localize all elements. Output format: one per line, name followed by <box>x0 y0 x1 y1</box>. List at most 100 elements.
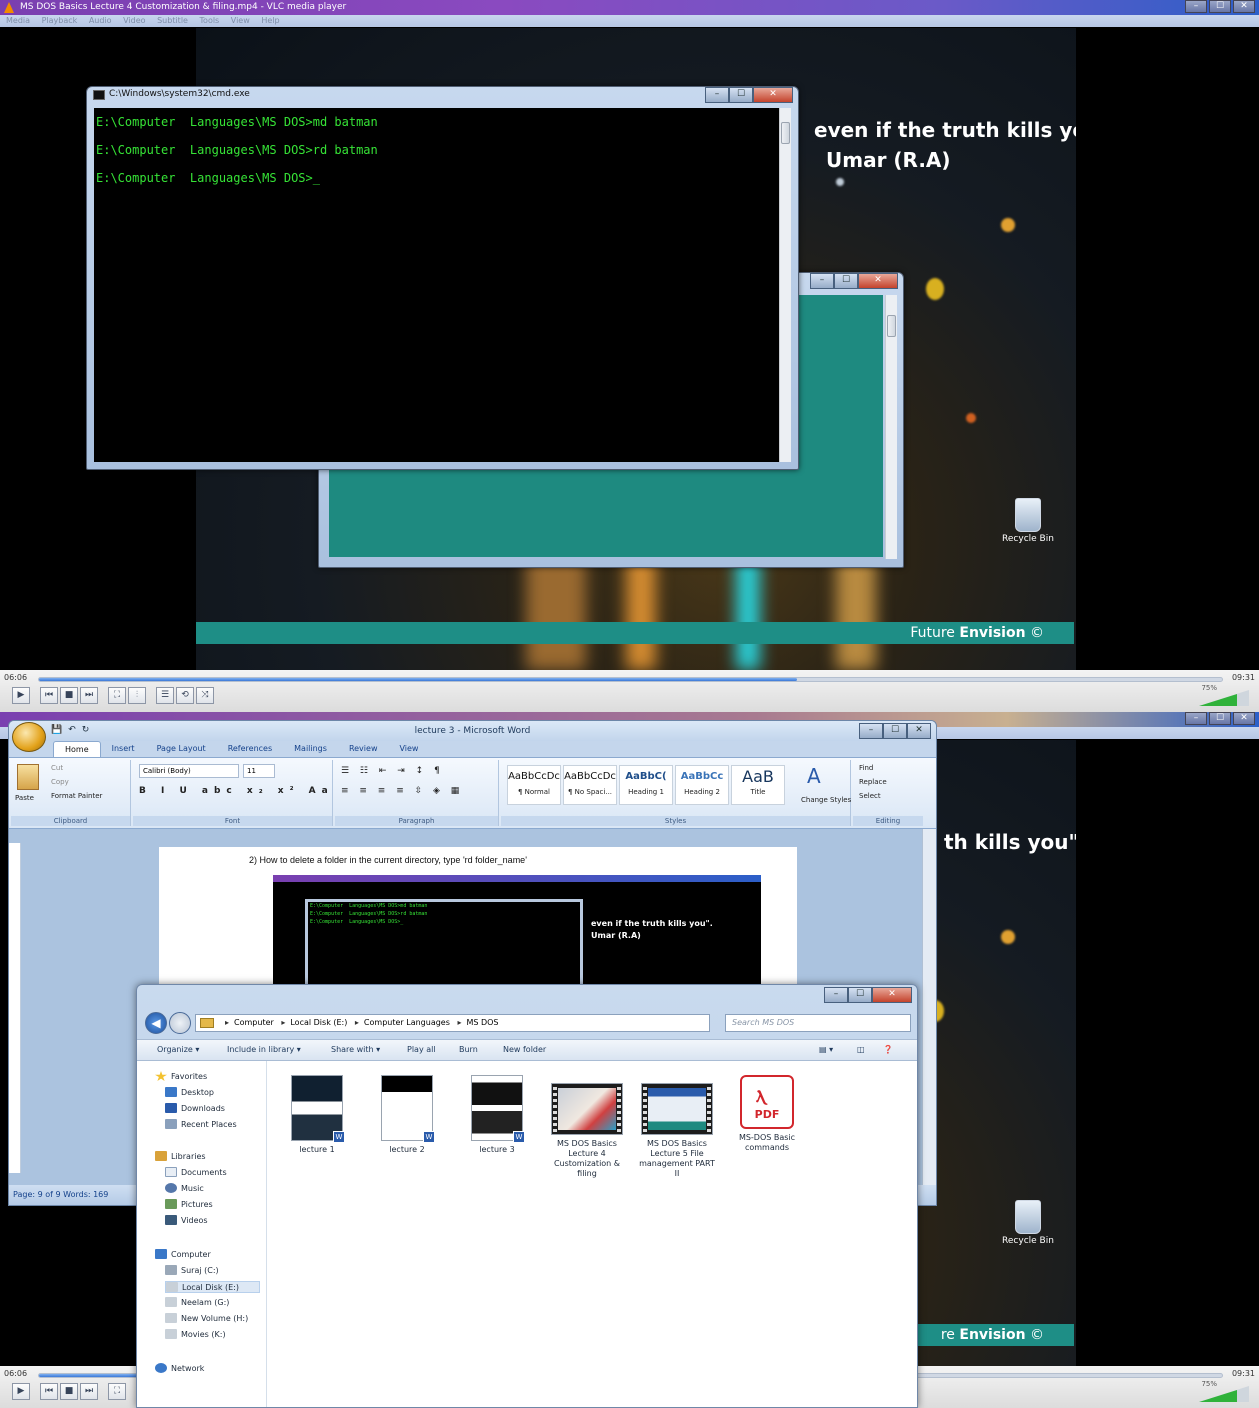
tab-insert[interactable]: Insert <box>101 741 146 757</box>
nav-drive-h[interactable]: New Volume (H:) <box>165 1313 248 1323</box>
search-input[interactable]: Search MS DOS <box>725 1014 911 1032</box>
maximize-button[interactable]: ☐ <box>883 723 907 739</box>
nav-drive-g[interactable]: Neelam (G:) <box>165 1297 229 1307</box>
document-scrollbar[interactable] <box>922 829 936 1185</box>
explorer-window[interactable]: – ☐ ✕ ◀ ▸ Computer ▸ Local Disk (E:) ▸ Comp… <box>136 984 918 1408</box>
paste-button[interactable]: Paste <box>15 794 34 802</box>
file-item[interactable]: W lecture 3 <box>457 1075 537 1155</box>
view-options-icon[interactable]: ▤ ▾ <box>819 1040 833 1060</box>
stop-button[interactable]: ■ <box>60 687 78 704</box>
volume-control[interactable]: 75% <box>1179 684 1251 708</box>
previous-button[interactable]: ⏮ <box>40 687 58 704</box>
minimize-button[interactable]: – <box>859 723 883 739</box>
breadcrumb-local-disk[interactable]: Local Disk (E:) <box>290 1018 347 1027</box>
nav-music[interactable]: Music <box>165 1183 204 1193</box>
play-all-button[interactable]: Play all <box>407 1040 436 1060</box>
nav-documents[interactable]: Documents <box>165 1167 227 1177</box>
fullscreen-button[interactable]: ⛶ <box>108 687 126 704</box>
nav-pictures[interactable]: Pictures <box>165 1199 213 1209</box>
stop-button[interactable]: ■ <box>60 1383 78 1400</box>
format-painter-button[interactable]: Format Painter <box>51 792 102 800</box>
tab-mailings[interactable]: Mailings <box>283 741 338 757</box>
cmd-console[interactable]: E:\Computer Languages\MS DOS>md batman E… <box>94 108 791 462</box>
scroll-thumb[interactable] <box>781 122 790 144</box>
select-button[interactable]: Select <box>859 792 881 800</box>
file-list[interactable]: W lecture 1 W lecture 2 W lecture 3 MS D… <box>267 1061 917 1407</box>
file-item[interactable]: ⲗ PDF MS-DOS Basic commands <box>727 1075 807 1153</box>
style-heading-2[interactable]: AaBbCc Heading 2 <box>675 765 729 805</box>
tab-page-layout[interactable]: Page Layout <box>146 741 217 757</box>
help-icon[interactable]: ❓ <box>883 1040 893 1060</box>
style-normal[interactable]: AaBbCcDc ¶ Normal <box>507 765 561 805</box>
loop-button[interactable]: ⟲ <box>176 687 194 704</box>
tab-home[interactable]: Home <box>53 741 101 757</box>
minimize-button[interactable]: – <box>824 987 848 1003</box>
menu-subtitle[interactable]: Subtitle <box>157 16 188 25</box>
burn-button[interactable]: Burn <box>459 1040 478 1060</box>
minimize-button[interactable]: – <box>810 273 834 289</box>
nav-favorites[interactable]: Favorites <box>155 1071 207 1081</box>
include-in-library-button[interactable]: Include in library ▾ <box>227 1040 301 1060</box>
replace-button[interactable]: Replace <box>859 778 887 786</box>
playlist-button[interactable]: ☰ <box>156 687 174 704</box>
close-button[interactable]: ✕ <box>1233 712 1255 725</box>
breadcrumb-ms-dos[interactable]: MS DOS <box>466 1018 498 1027</box>
volume-control[interactable]: 75% <box>1179 1380 1251 1404</box>
fullscreen-button[interactable]: ⛶ <box>108 1383 126 1400</box>
font-name-select[interactable]: Calibri (Body) <box>139 764 239 778</box>
nav-downloads[interactable]: Downloads <box>165 1103 225 1113</box>
menu-audio[interactable]: Audio <box>89 16 112 25</box>
menu-view[interactable]: View <box>231 16 250 25</box>
close-button[interactable]: ✕ <box>858 273 898 289</box>
extended-settings-button[interactable]: ⫶ <box>128 687 146 704</box>
font-format-buttons[interactable]: B I U abc x₂ x² Aa <box>139 786 334 796</box>
menu-video[interactable]: Video <box>123 16 145 25</box>
minimize-button[interactable]: – <box>1185 712 1207 725</box>
align-buttons[interactable]: ≡ ≡ ≡ ≡ ⇳ ◈ ▦ <box>341 786 463 796</box>
style-no-spacing[interactable]: AaBbCcDc ¶ No Spaci... <box>563 765 617 805</box>
style-title[interactable]: AaB Title <box>731 765 785 805</box>
previous-button[interactable]: ⏮ <box>40 1383 58 1400</box>
scrollbar[interactable] <box>885 295 897 559</box>
nav-computer[interactable]: Computer <box>155 1249 211 1259</box>
menu-tools[interactable]: Tools <box>200 16 220 25</box>
maximize-button[interactable]: ☐ <box>729 87 753 103</box>
nav-desktop[interactable]: Desktop <box>165 1087 214 1097</box>
close-button[interactable]: ✕ <box>1233 0 1255 13</box>
seek-bar[interactable] <box>38 677 1223 682</box>
maximize-button[interactable]: ☐ <box>848 987 872 1003</box>
list-buttons[interactable]: ☰ ☷ ⇤ ⇥ ↕ ¶ <box>341 766 444 776</box>
recycle-bin[interactable]: Recycle Bin <box>998 498 1058 544</box>
tab-view[interactable]: View <box>388 741 429 757</box>
cut-button[interactable]: Cut <box>51 764 63 772</box>
undo-icon[interactable]: ↶ <box>68 725 76 735</box>
page-word-count[interactable]: Page: 9 of 9 Words: 169 <box>13 1190 108 1199</box>
office-button[interactable] <box>12 722 46 752</box>
organize-button[interactable]: Organize ▾ <box>157 1040 199 1060</box>
back-button[interactable]: ◀ <box>145 1012 167 1034</box>
tab-review[interactable]: Review <box>338 741 389 757</box>
change-styles-button[interactable]: Change Styles <box>801 796 851 804</box>
find-button[interactable]: Find <box>859 764 873 772</box>
share-with-button[interactable]: Share with ▾ <box>331 1040 380 1060</box>
redo-icon[interactable]: ↻ <box>82 725 90 735</box>
nav-network[interactable]: Network <box>155 1363 204 1373</box>
save-icon[interactable]: 💾 <box>51 725 62 735</box>
file-item[interactable]: MS DOS Basics Lecture 4 Customization & … <box>547 1083 627 1179</box>
nav-recent-places[interactable]: Recent Places <box>165 1119 237 1129</box>
next-button[interactable]: ⏭ <box>80 687 98 704</box>
nav-drive-c[interactable]: Suraj (C:) <box>165 1265 219 1275</box>
recycle-bin[interactable]: Recycle Bin <box>998 1200 1058 1246</box>
shuffle-button[interactable]: ⤨ <box>196 687 214 704</box>
font-size-select[interactable]: 11 <box>243 764 275 778</box>
file-item[interactable]: W lecture 1 <box>277 1075 357 1155</box>
nav-libraries[interactable]: Libraries <box>155 1151 206 1161</box>
maximize-button[interactable]: ☐ <box>834 273 858 289</box>
forward-button[interactable] <box>169 1012 191 1034</box>
cmd-window[interactable]: C:\Windows\system32\cmd.exe – ☐ ✕ E:\Com… <box>86 86 799 470</box>
new-folder-button[interactable]: New folder <box>503 1040 546 1060</box>
copy-button[interactable]: Copy <box>51 778 69 786</box>
menu-playback[interactable]: Playback <box>42 16 78 25</box>
style-heading-1[interactable]: AaBbC(Heading 1 <box>619 765 673 805</box>
file-item[interactable]: MS DOS Basics Lecture 5 File management … <box>637 1083 717 1179</box>
